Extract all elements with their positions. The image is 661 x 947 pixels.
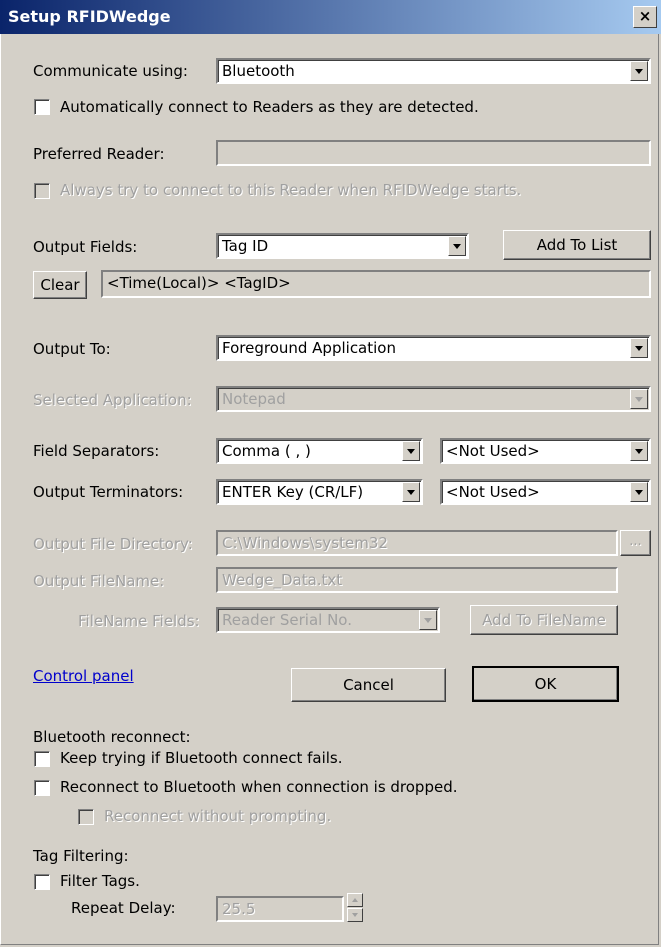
chevron-down-icon[interactable] <box>630 482 648 502</box>
tag-filtering-heading: Tag Filtering: <box>33 847 129 865</box>
communicate-value: Bluetooth <box>222 62 295 80</box>
output-fields-value: Tag ID <box>222 237 269 255</box>
keep-trying-label: Keep trying if Bluetooth connect fails. <box>60 749 343 767</box>
clear-button[interactable]: Clear <box>33 271 87 299</box>
output-fields-list-value: <Time(Local)> <TagID> <box>107 274 291 292</box>
output-terminators-label: Output Terminators: <box>33 483 184 501</box>
chevron-down-icon[interactable] <box>630 338 648 358</box>
cancel-button[interactable]: Cancel <box>291 668 446 702</box>
auto-connect-label: Automatically connect to Readers as they… <box>60 98 479 116</box>
output-filename-field[interactable]: Wedge_Data.txt <box>216 567 618 593</box>
window-title: Setup RFIDWedge <box>8 7 171 26</box>
chevron-down-icon[interactable] <box>448 236 466 256</box>
add-to-filename-button[interactable]: Add To FileName <box>470 605 618 635</box>
filter-tags-label: Filter Tags. <box>60 872 140 890</box>
filename-fields-select[interactable]: Reader Serial No. <box>216 607 440 633</box>
repeat-delay-value: 25.5 <box>222 900 256 918</box>
auto-connect-checkbox[interactable] <box>34 99 50 115</box>
output-filename-value: Wedge_Data.txt <box>222 571 343 589</box>
reconnect-no-prompt-label: Reconnect without prompting. <box>104 807 332 825</box>
bluetooth-reconnect-heading: Bluetooth reconnect: <box>33 728 191 746</box>
output-fields-label: Output Fields: <box>33 238 138 256</box>
field-separator-select-1[interactable]: Comma ( , ) <box>216 438 423 464</box>
field-separator-select-2[interactable]: <Not Used> <box>440 438 651 464</box>
selected-application-label: Selected Application: <box>33 391 192 409</box>
chevron-down-icon[interactable] <box>402 441 420 461</box>
output-filename-label: Output FileName: <box>33 572 165 590</box>
output-terminator-value-2: <Not Used> <box>446 483 540 501</box>
add-to-list-button[interactable]: Add To List <box>503 230 651 260</box>
filename-fields-label: FileName Fields: <box>78 612 200 630</box>
preferred-reader-field[interactable] <box>216 140 651 166</box>
selected-application-value: Notepad <box>222 390 286 408</box>
chevron-down-icon[interactable] <box>419 610 437 630</box>
communicate-select[interactable]: Bluetooth <box>216 58 651 84</box>
output-terminator-select-2[interactable]: <Not Used> <box>440 479 651 505</box>
chevron-down-icon[interactable] <box>630 61 648 81</box>
chevron-down-icon[interactable] <box>630 441 648 461</box>
output-fields-list[interactable]: <Time(Local)> <TagID> <box>101 270 651 298</box>
control-panel-link[interactable]: Control panel <box>33 667 134 685</box>
output-to-value: Foreground Application <box>222 339 396 357</box>
keep-trying-checkbox[interactable] <box>34 751 50 767</box>
output-to-select[interactable]: Foreground Application <box>216 335 651 361</box>
output-directory-value: C:\Windows\system32 <box>222 534 388 552</box>
spinner-up-icon[interactable] <box>347 893 363 907</box>
browse-directory-button[interactable]: ... <box>620 530 651 556</box>
field-separator-value-1: Comma ( , ) <box>222 442 311 460</box>
repeat-delay-label: Repeat Delay: <box>71 899 176 917</box>
close-button[interactable]: × <box>633 6 657 28</box>
field-separators-label: Field Separators: <box>33 442 160 460</box>
repeat-delay-field[interactable]: 25.5 <box>216 896 344 922</box>
communicate-label: Communicate using: <box>33 62 188 80</box>
spinner-down-icon[interactable] <box>347 908 363 922</box>
reconnect-dropped-checkbox[interactable] <box>34 780 50 796</box>
output-directory-field[interactable]: C:\Windows\system32 <box>216 530 618 556</box>
filter-tags-checkbox[interactable] <box>34 874 50 890</box>
preferred-reader-label: Preferred Reader: <box>33 145 165 163</box>
always-connect-checkbox[interactable] <box>34 183 50 199</box>
title-bar: Setup RFIDWedge × <box>0 0 661 34</box>
chevron-down-icon[interactable] <box>630 389 648 409</box>
selected-application-select[interactable]: Notepad <box>216 386 651 412</box>
always-connect-label: Always try to connect to this Reader whe… <box>60 181 522 199</box>
filename-fields-value: Reader Serial No. <box>222 611 352 629</box>
ok-button[interactable]: OK <box>472 666 619 702</box>
output-fields-select[interactable]: Tag ID <box>216 233 469 259</box>
output-terminator-select-1[interactable]: ENTER Key (CR/LF) <box>216 479 423 505</box>
output-to-label: Output To: <box>33 340 111 358</box>
reconnect-no-prompt-checkbox[interactable] <box>78 809 94 825</box>
reconnect-dropped-label: Reconnect to Bluetooth when connection i… <box>60 778 458 796</box>
chevron-down-icon[interactable] <box>402 482 420 502</box>
output-terminator-value-1: ENTER Key (CR/LF) <box>222 483 364 501</box>
output-directory-label: Output File Directory: <box>33 535 193 553</box>
field-separator-value-2: <Not Used> <box>446 442 540 460</box>
